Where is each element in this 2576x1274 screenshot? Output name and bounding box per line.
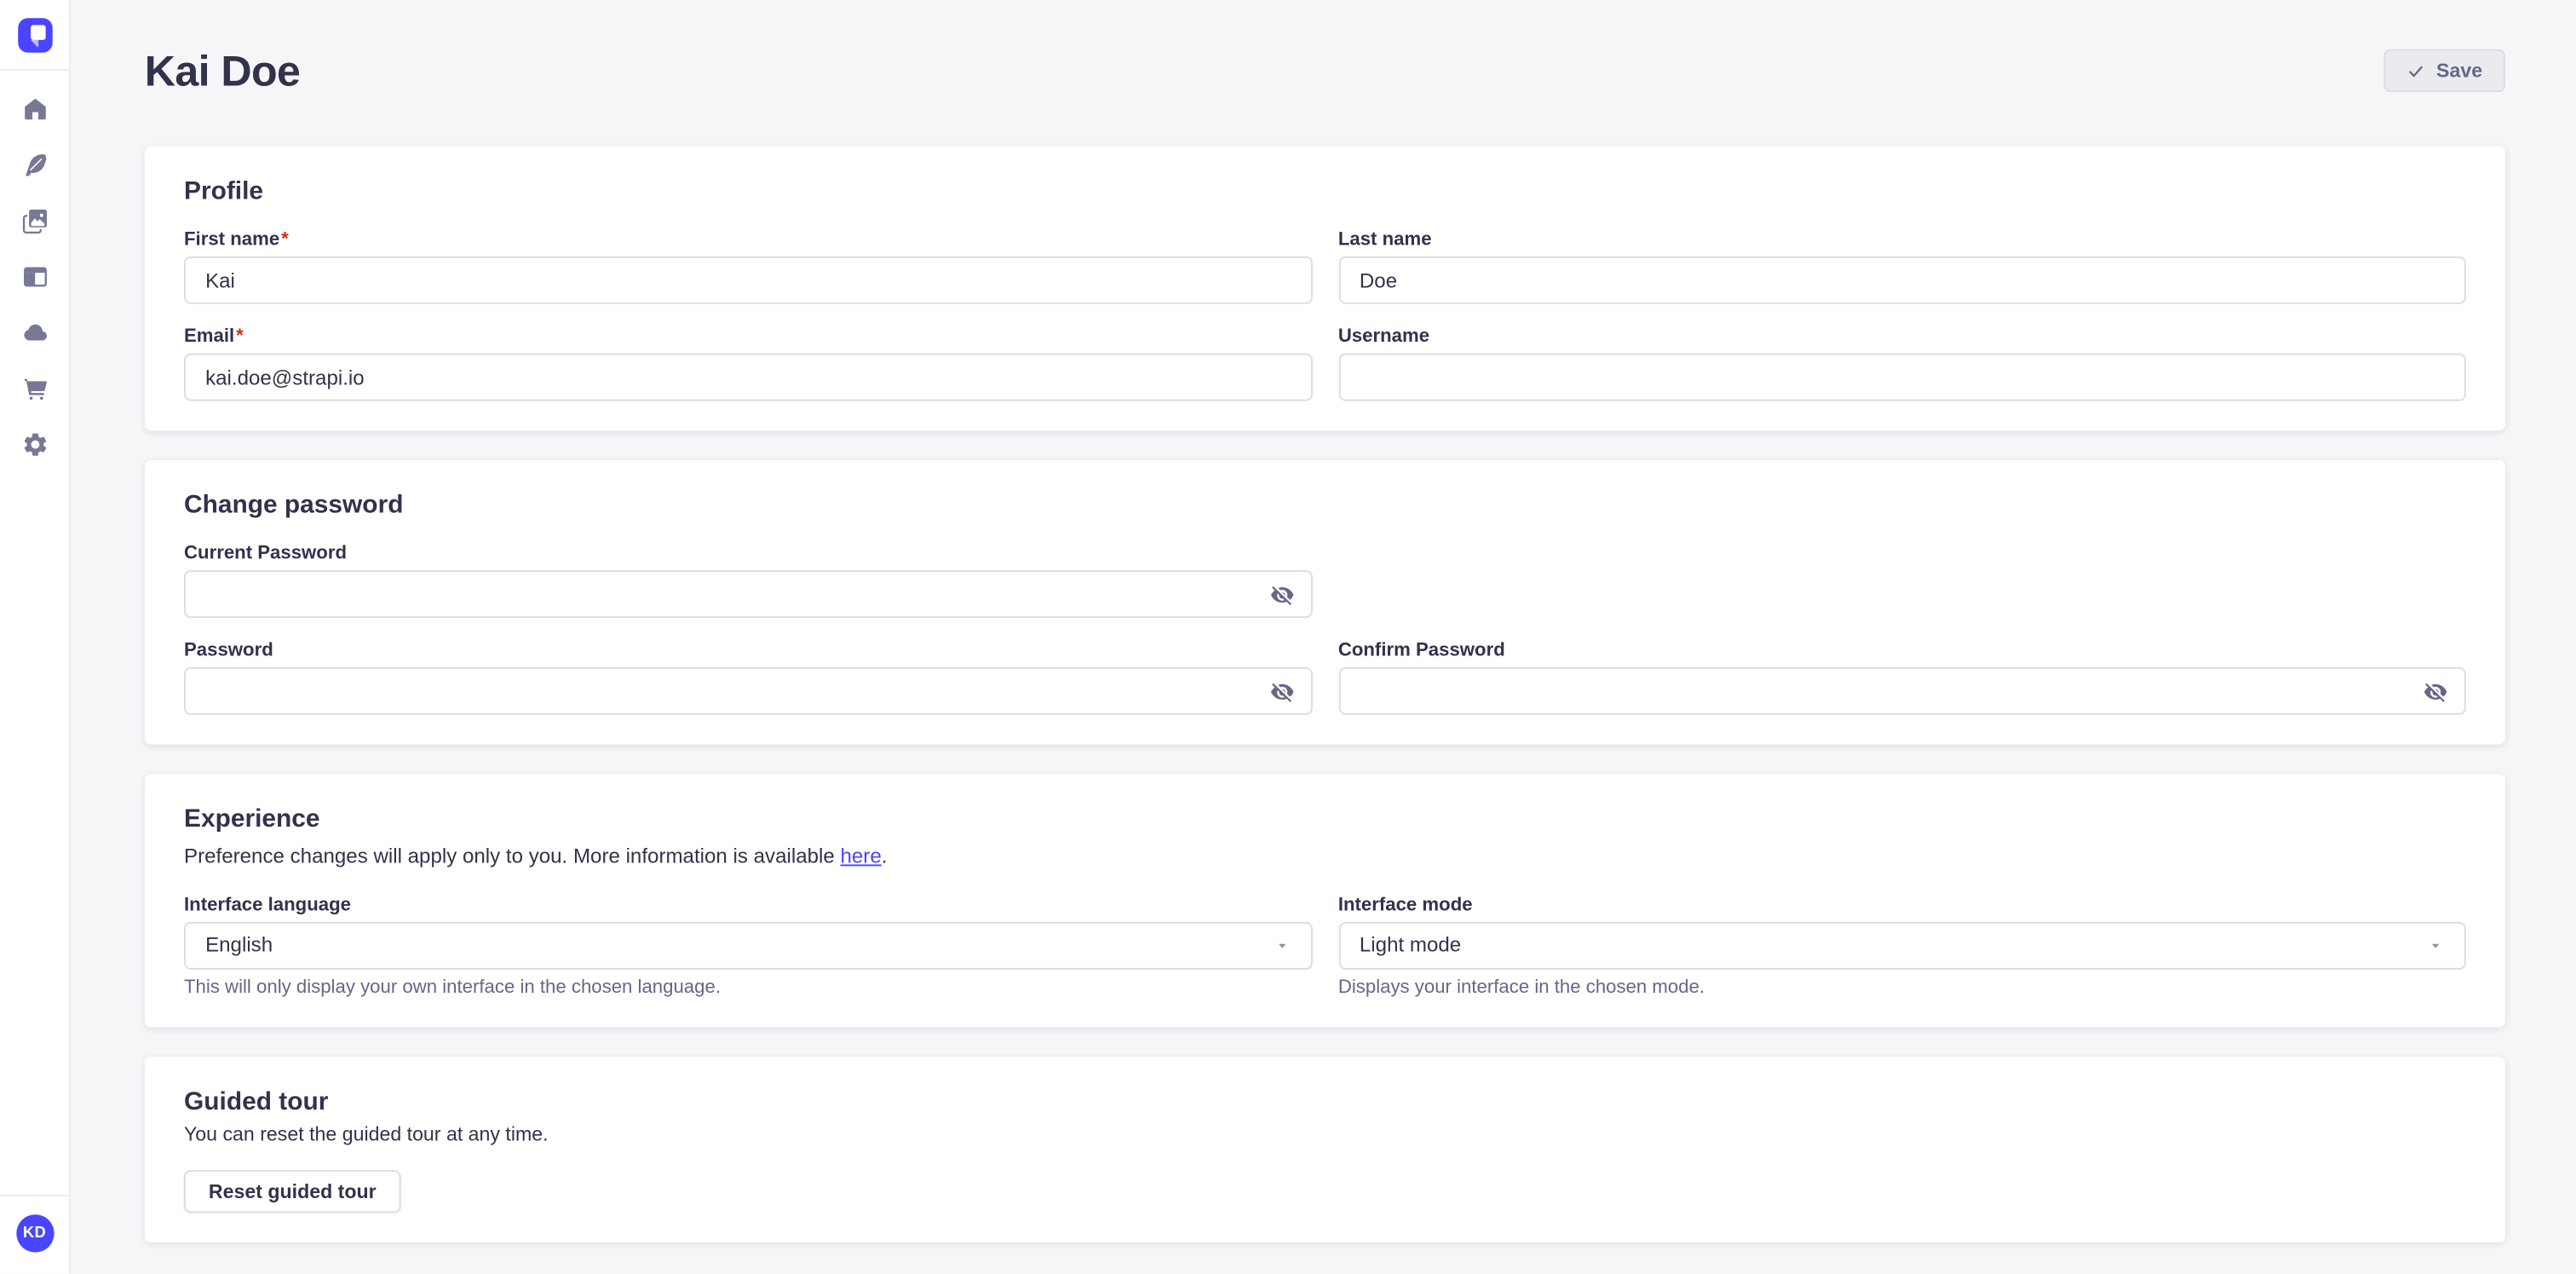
sidebar-item-content-type-builder[interactable] — [0, 248, 70, 304]
required-asterisk: * — [236, 327, 244, 347]
experience-card-title: Experience — [184, 805, 2466, 835]
chevron-down-icon — [2426, 937, 2444, 954]
last-name-label: Last name — [1338, 230, 2466, 250]
sidebar-footer: KD — [0, 1196, 69, 1274]
password-grid: Current Password Password — [184, 544, 2466, 715]
new-password-field-group: Password — [184, 641, 1312, 715]
gear-icon — [20, 429, 49, 458]
first-name-input[interactable] — [184, 257, 1312, 304]
sidebar-item-media-library[interactable] — [0, 193, 70, 249]
feather-icon — [20, 150, 49, 178]
save-button-label: Save — [2436, 59, 2482, 82]
experience-card: Experience Preference changes will apply… — [145, 774, 2505, 1027]
reset-guided-tour-button[interactable]: Reset guided tour — [184, 1170, 401, 1213]
change-password-card-title: Change password — [184, 492, 2466, 522]
confirm-password-input[interactable] — [1338, 667, 2466, 715]
confirm-password-wrapper — [1338, 667, 2466, 715]
email-label: Email* — [184, 327, 1312, 347]
page-header: Kai Doe Save — [145, 44, 2505, 97]
interface-language-field-group: Interface language English This will onl… — [184, 896, 1312, 998]
toggle-confirm-password-visibility-button[interactable] — [2424, 678, 2448, 703]
page-title: Kai Doe — [145, 44, 301, 97]
interface-mode-value: Light mode — [1360, 934, 1461, 957]
eye-off-icon — [1269, 582, 1294, 607]
check-icon — [2406, 61, 2424, 79]
username-field-group: Username — [1338, 327, 2466, 401]
more-information-link[interactable]: here — [840, 845, 881, 868]
strapi-logo-glyph — [17, 17, 51, 51]
toggle-new-password-visibility-button[interactable] — [1269, 678, 1294, 703]
first-name-label: First name* — [184, 230, 1312, 250]
layout-icon — [20, 262, 49, 291]
guided-tour-card-title: Guided tour — [184, 1087, 2466, 1117]
username-input[interactable] — [1338, 354, 2466, 401]
first-name-field-group: First name* — [184, 230, 1312, 304]
current-password-field-group: Current Password — [184, 544, 1312, 618]
logo-container — [0, 0, 69, 71]
required-asterisk: * — [281, 230, 289, 250]
eye-off-icon — [1269, 678, 1294, 703]
grid-spacer — [1338, 544, 2466, 618]
sidebar-item-marketplace[interactable] — [0, 360, 70, 416]
user-avatar[interactable]: KD — [15, 1215, 53, 1253]
images-icon — [20, 206, 49, 234]
sidebar: KD — [0, 0, 71, 1274]
new-password-wrapper — [184, 667, 1312, 715]
interface-language-hint: This will only display your own interfac… — [184, 977, 1312, 997]
username-label: Username — [1338, 327, 2466, 347]
current-password-wrapper — [184, 570, 1312, 618]
profile-card-title: Profile — [184, 177, 2466, 207]
interface-language-label: Interface language — [184, 896, 1312, 915]
sidebar-nav — [0, 71, 69, 472]
eye-off-icon — [2424, 678, 2448, 703]
sidebar-item-content-manager[interactable] — [0, 136, 70, 193]
toggle-current-password-visibility-button[interactable] — [1269, 582, 1294, 607]
sidebar-item-settings[interactable] — [0, 416, 70, 472]
confirm-password-label: Confirm Password — [1338, 641, 2466, 660]
interface-mode-select[interactable]: Light mode — [1338, 922, 2466, 970]
sidebar-item-home[interactable] — [0, 80, 70, 136]
current-password-label: Current Password — [184, 544, 1312, 563]
experience-description: Preference changes will apply only to yo… — [184, 843, 2466, 871]
main-content: Kai Doe Save Profile First name* Las — [71, 0, 2576, 1274]
new-password-input[interactable] — [184, 667, 1312, 715]
cloud-icon — [20, 318, 49, 346]
current-password-input[interactable] — [184, 570, 1312, 618]
chevron-down-icon — [1273, 937, 1291, 954]
cart-icon — [20, 374, 49, 402]
settings-cards: Profile First name* Last name Email* — [145, 147, 2505, 1242]
interface-mode-label: Interface mode — [1338, 896, 2466, 915]
last-name-field-group: Last name — [1338, 230, 2466, 304]
strapi-logo-icon[interactable] — [17, 17, 51, 51]
profile-grid: First name* Last name Email* Username — [184, 230, 2466, 401]
save-button[interactable]: Save — [2383, 49, 2505, 92]
interface-mode-hint: Displays your interface in the chosen mo… — [1338, 977, 2466, 997]
sidebar-item-deploy[interactable] — [0, 304, 70, 360]
experience-grid: Interface language English This will onl… — [184, 896, 2466, 998]
guided-tour-description: You can reset the guided tour at any tim… — [184, 1122, 2466, 1145]
home-icon — [20, 95, 49, 123]
confirm-password-field-group: Confirm Password — [1338, 641, 2466, 715]
interface-language-value: English — [205, 934, 273, 957]
email-input[interactable] — [184, 354, 1312, 401]
guided-tour-card: Guided tour You can reset the guided tou… — [145, 1057, 2505, 1242]
last-name-input[interactable] — [1338, 257, 2466, 304]
interface-mode-field-group: Interface mode Light mode Displays your … — [1338, 896, 2466, 998]
change-password-card: Change password Current Password — [145, 460, 2505, 745]
interface-language-select[interactable]: English — [184, 922, 1312, 970]
profile-card: Profile First name* Last name Email* — [145, 147, 2505, 431]
new-password-label: Password — [184, 641, 1312, 660]
email-field-group: Email* — [184, 327, 1312, 401]
strapi-profile-page: KD Kai Doe Save Profile First name* — [0, 0, 2576, 1274]
